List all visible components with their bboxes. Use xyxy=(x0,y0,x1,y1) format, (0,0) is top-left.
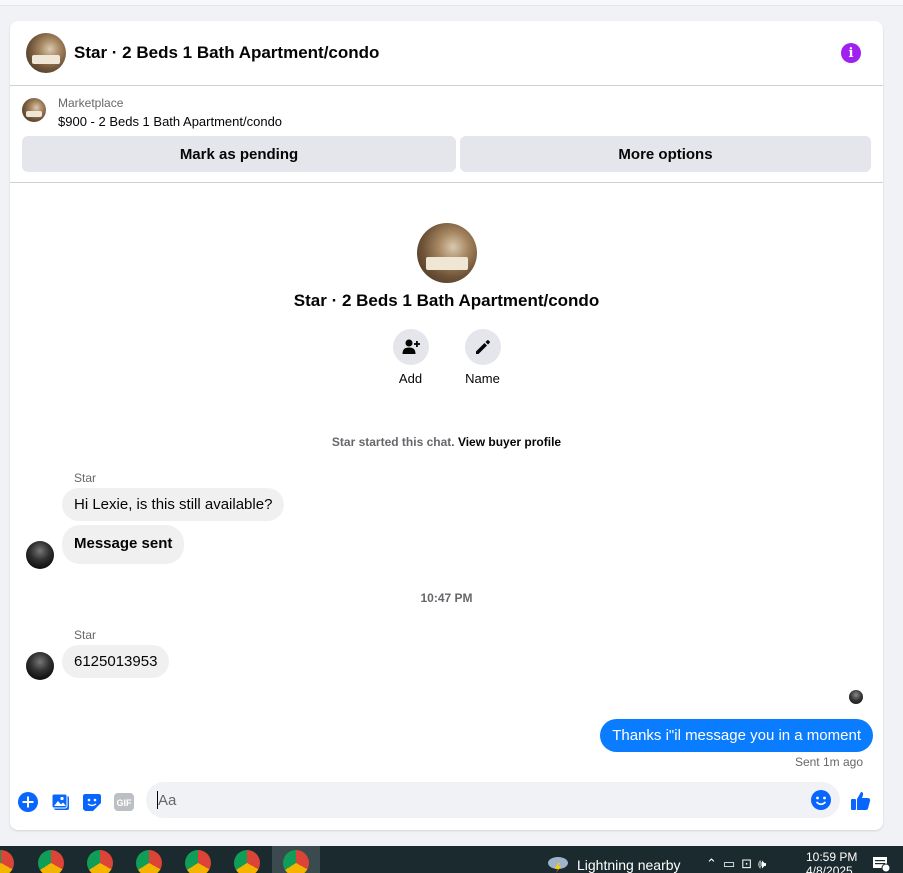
chat-panel: Star · 2 Beds 1 Bath Apartment/condo i M… xyxy=(10,21,883,830)
profile-name: Star · 2 Beds 1 Bath Apartment/condo xyxy=(293,291,600,310)
clock-date: 4/8/2025 xyxy=(806,864,853,873)
sender-avatar[interactable] xyxy=(26,652,54,680)
message-timestamp: 10:47 PM xyxy=(420,591,473,605)
chat-profile: Star · 2 Beds 1 Bath Apartment/condo xyxy=(10,221,883,311)
gif-icon[interactable]: GIF xyxy=(113,791,135,813)
browser-top-edge xyxy=(0,0,903,6)
windows-taskbar: Lightning nearby ⌃ ▭ ⊡ 🕪 10:59 PM 4/8/20… xyxy=(0,846,903,873)
sender-name: Star xyxy=(74,628,97,642)
chrome-taskbar-icon[interactable] xyxy=(234,850,260,873)
outgoing-message-bubble[interactable]: Thanks i"il message you in a moment xyxy=(600,719,873,752)
info-icon[interactable]: i xyxy=(841,43,861,63)
photo-icon[interactable] xyxy=(50,791,72,813)
chat-header: Star · 2 Beds 1 Bath Apartment/condo i xyxy=(10,21,883,86)
more-options-button[interactable]: More options xyxy=(460,136,871,172)
profile-actions: Add Name xyxy=(10,329,883,386)
message-bubble[interactable]: Hi Lexie, is this still available? xyxy=(62,488,285,521)
volume-icon[interactable]: 🕪 xyxy=(758,856,766,872)
seen-indicator-avatar xyxy=(849,690,863,704)
chrome-taskbar-icon[interactable] xyxy=(185,850,211,873)
profile-avatar[interactable] xyxy=(416,223,477,283)
name-label: Name xyxy=(465,371,500,386)
sender-name: Star xyxy=(74,471,97,485)
started-text: Star started this chat. xyxy=(331,435,455,449)
add-action[interactable]: Add xyxy=(392,329,430,386)
listing-avatar[interactable] xyxy=(26,33,66,73)
chat-started-notice: Star started this chat. View buyer profi… xyxy=(10,435,883,449)
listing-title[interactable]: $900 - 2 Beds 1 Bath Apartment/condo xyxy=(58,114,282,129)
sender-avatar[interactable] xyxy=(26,541,54,569)
emoji-icon[interactable] xyxy=(810,789,832,811)
thumbs-up-icon[interactable] xyxy=(849,789,873,813)
mark-as-pending-button[interactable]: Mark as pending xyxy=(22,136,456,172)
message-input[interactable]: Aa xyxy=(146,782,840,818)
camera-icon[interactable]: ▭ xyxy=(723,856,735,872)
name-action[interactable]: Name xyxy=(464,329,502,386)
gif-label: GIF xyxy=(117,798,133,808)
notification-icon[interactable] xyxy=(872,856,891,873)
plus-circle-icon[interactable] xyxy=(17,791,39,813)
message-input-placeholder: Aa xyxy=(158,792,177,809)
marketplace-listing-bar: Marketplace $900 - 2 Beds 1 Bath Apartme… xyxy=(10,87,883,183)
listing-thumbnail[interactable] xyxy=(22,98,46,122)
weather-text[interactable]: Lightning nearby xyxy=(577,857,681,873)
message-bubble[interactable]: Message sent xyxy=(62,525,185,564)
message-composer: GIF Aa xyxy=(10,781,883,821)
sticker-icon[interactable] xyxy=(81,791,103,813)
taskbar-clock[interactable]: 10:59 PM 4/8/2025 xyxy=(806,850,857,873)
chat-title[interactable]: Star · 2 Beds 1 Bath Apartment/condo xyxy=(74,43,379,63)
view-buyer-profile-link[interactable]: View buyer profile xyxy=(458,435,561,449)
chrome-taskbar-icon[interactable] xyxy=(283,850,309,873)
sent-status: Sent 1m ago xyxy=(794,755,863,769)
chrome-taskbar-icon[interactable] xyxy=(87,850,113,873)
chrome-taskbar-icon[interactable] xyxy=(38,850,64,873)
system-tray: ⌃ ▭ ⊡ 🕪 xyxy=(706,856,766,872)
chrome-taskbar-icon[interactable] xyxy=(0,850,14,873)
add-label: Add xyxy=(398,371,423,386)
chevron-up-icon[interactable]: ⌃ xyxy=(706,856,717,872)
weather-icon[interactable] xyxy=(546,855,570,873)
pencil-icon[interactable] xyxy=(464,329,501,365)
add-person-icon[interactable] xyxy=(392,329,429,365)
listing-source: Marketplace xyxy=(58,96,124,110)
chrome-taskbar-icon[interactable] xyxy=(136,850,162,873)
message-bubble[interactable]: 6125013953 xyxy=(62,645,170,678)
network-icon[interactable]: ⊡ xyxy=(741,856,752,872)
clock-time: 10:59 PM xyxy=(806,850,858,864)
